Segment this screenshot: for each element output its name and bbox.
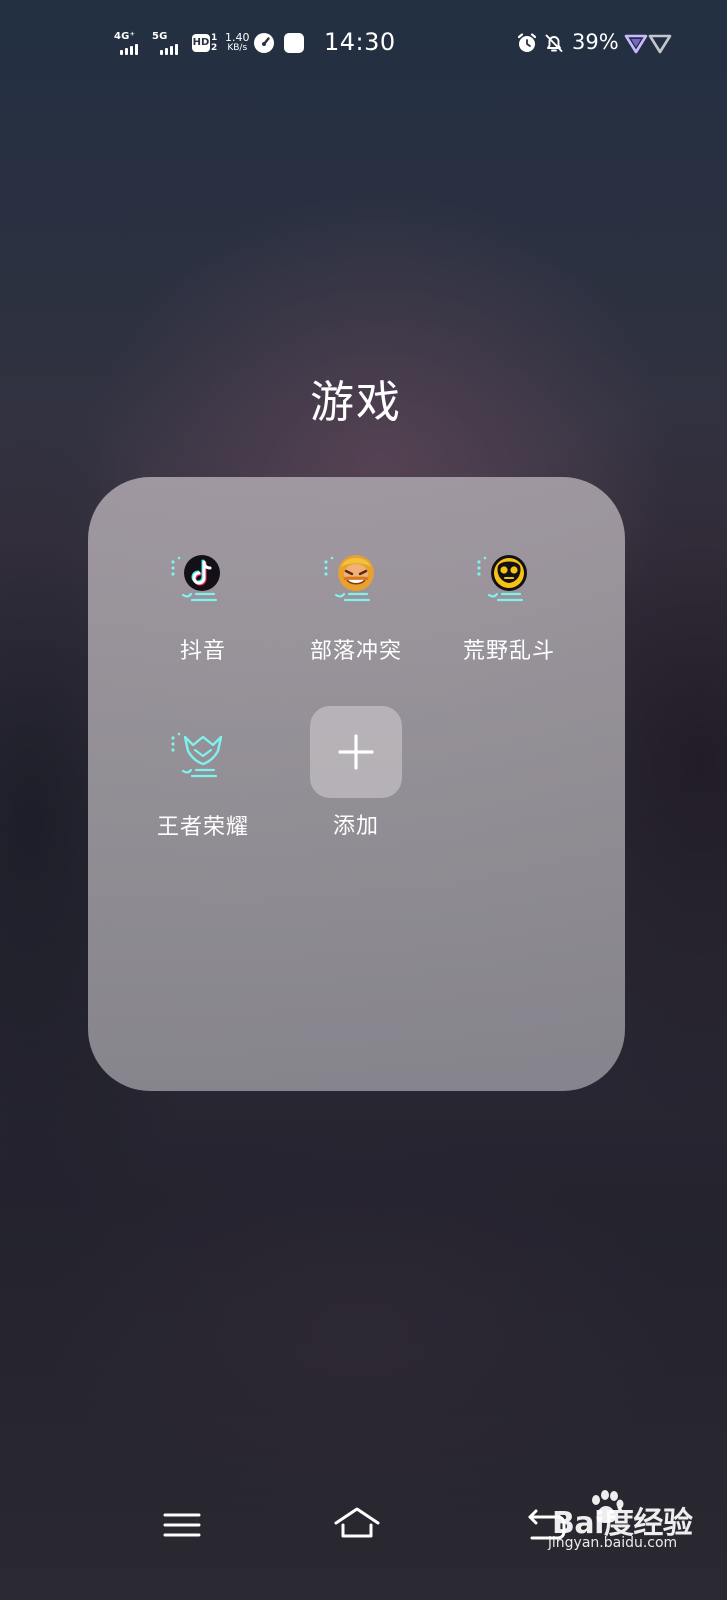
honor-of-kings-icon[interactable]	[168, 725, 238, 795]
square-app-icon	[284, 33, 304, 53]
bell-muted-icon	[545, 34, 563, 52]
baidu-jingyan-watermark: Bai度经验 jingyan.baidu.com	[522, 1488, 712, 1556]
folder-title[interactable]: 游戏	[0, 366, 712, 430]
vpn-triangle-icon	[624, 34, 672, 54]
hd-voice-icon: HD	[192, 34, 210, 52]
sim2-signal: 5G	[152, 31, 178, 55]
hd-sub-top: 1	[211, 33, 218, 43]
app-douyin[interactable]: 抖音	[133, 549, 273, 665]
app-honor-of-kings[interactable]: 王者荣耀	[133, 725, 273, 841]
hd-sub-bottom: 2	[211, 43, 218, 53]
sim2-network-label: 5G	[152, 31, 168, 42]
douyin-icon[interactable]	[168, 549, 238, 619]
add-app-slot[interactable]: 添加	[286, 706, 426, 840]
app-label-brawl-stars: 荒野乱斗	[462, 639, 555, 664]
add-app-label: 添加	[332, 814, 379, 839]
sim1-network-label: 4G⁺	[114, 31, 136, 42]
clash-of-clans-icon[interactable]	[321, 549, 391, 619]
hd-label: HD	[192, 37, 210, 48]
add-app-button[interactable]	[310, 706, 402, 798]
network-speed-unit: KB/s	[227, 43, 248, 53]
app-clash-of-clans[interactable]: 部落冲突	[286, 549, 426, 665]
home-icon[interactable]	[332, 1503, 382, 1543]
plus-icon	[338, 734, 374, 770]
speedometer-icon	[254, 33, 274, 53]
status-time: 14:30	[324, 28, 396, 56]
alarm-clock-icon	[517, 33, 537, 52]
app-label-clash-of-clans: 部落冲突	[309, 639, 402, 664]
watermark-site: jingyan.baidu.com	[548, 1535, 678, 1551]
menu-icon[interactable]	[159, 1505, 205, 1545]
signal-bars-icon	[160, 43, 178, 55]
network-speed-value: 1.40	[225, 31, 250, 44]
signal-bars-icon	[120, 43, 138, 55]
app-folder-panel: 抖音 部落冲突 荒野乱斗 王者荣耀 添加	[88, 477, 625, 1091]
sim1-signal: 4G⁺	[114, 31, 138, 55]
network-speed: 1.40 KB/s	[225, 32, 250, 54]
app-label-douyin: 抖音	[179, 639, 226, 664]
brawl-stars-icon[interactable]	[474, 549, 544, 619]
app-brawl-stars[interactable]: 荒野乱斗	[439, 549, 579, 665]
battery-level: 39%	[572, 30, 619, 54]
app-label-honor-of-kings: 王者荣耀	[156, 815, 249, 840]
status-bar: 4G⁺ 5G HD 1 2 1.40 KB/s 14:30 39%	[0, 0, 727, 88]
hd-sim-indicator: 1 2	[211, 33, 217, 53]
